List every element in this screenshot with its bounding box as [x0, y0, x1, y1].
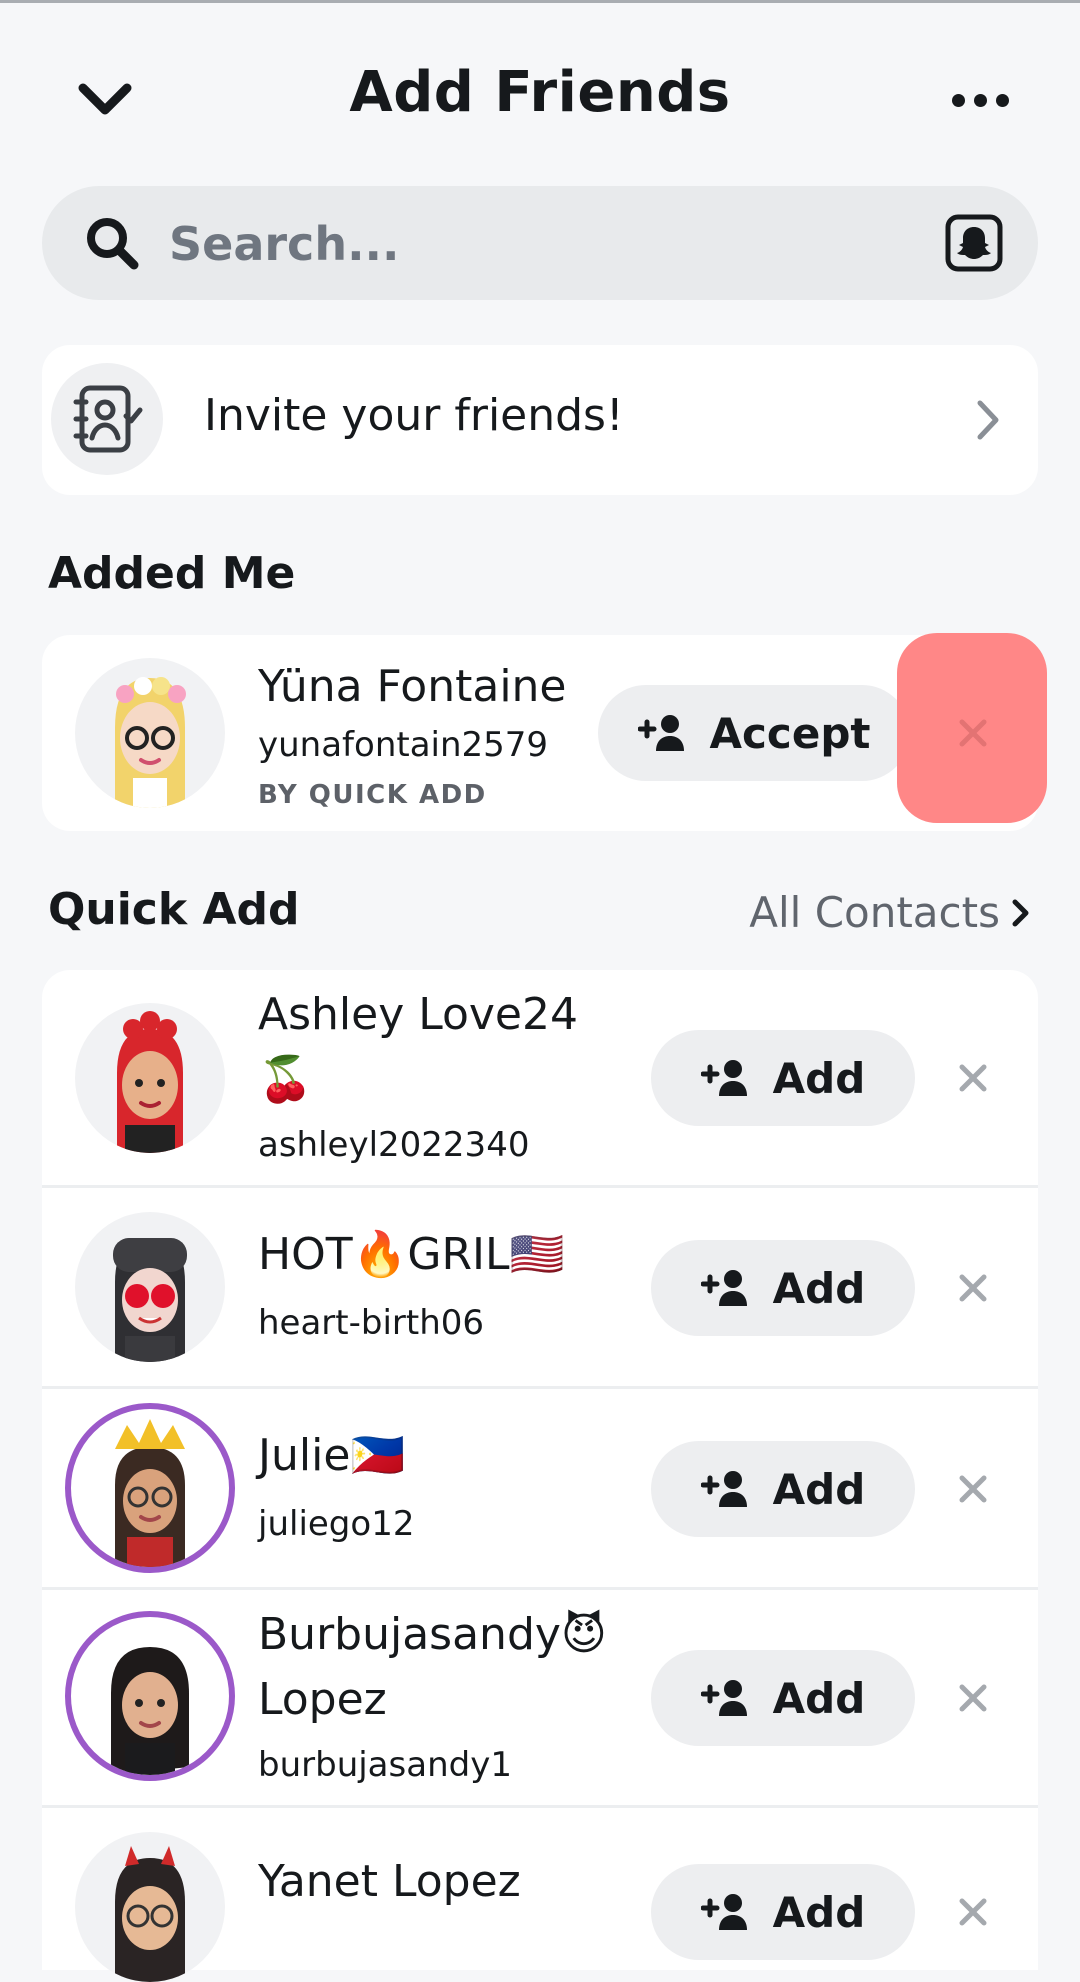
dismiss-x-icon[interactable] — [943, 1668, 1003, 1728]
list-item[interactable]: Burbujasandy😈 Lopez burbujasandy1 Add — [42, 1590, 1038, 1805]
avatar[interactable] — [75, 1003, 225, 1153]
friend-display-name-line2: Lopez — [258, 1674, 387, 1725]
friend-display-name: Ashley Love24 — [258, 989, 578, 1040]
add-label: Add — [772, 1887, 866, 1937]
list-item[interactable]: Yanet Lopez Add — [42, 1808, 1038, 1982]
add-button[interactable]: Add — [651, 1030, 915, 1126]
snapcode-ghost-icon[interactable] — [944, 213, 1004, 273]
contact-book-icon — [51, 363, 163, 475]
list-item[interactable]: Ashley Love24 🍒 ashleyl2022340 Add — [42, 970, 1038, 1185]
avatar[interactable] — [75, 1212, 225, 1362]
dismiss-x-icon[interactable] — [943, 703, 1003, 763]
friend-display-name: HOT🔥GRIL🇺🇸 — [258, 1229, 565, 1280]
add-friend-icon — [700, 1270, 747, 1306]
avatar[interactable] — [65, 1611, 235, 1781]
add-button[interactable]: Add — [651, 1864, 915, 1960]
friend-username: heart-birth06 — [258, 1303, 485, 1343]
accept-label: Accept — [709, 708, 871, 758]
search-input[interactable] — [167, 208, 931, 280]
search-icon — [87, 218, 139, 270]
add-button[interactable]: Add — [651, 1650, 915, 1746]
add-button[interactable]: Add — [651, 1240, 915, 1336]
chevron-right-icon — [977, 400, 999, 440]
chevron-right-icon — [1012, 899, 1029, 926]
add-label: Add — [772, 1263, 866, 1313]
add-friend-icon — [700, 1680, 747, 1716]
add-label: Add — [772, 1053, 866, 1103]
header: Add Friends — [0, 30, 1080, 165]
avatar[interactable] — [65, 1403, 235, 1573]
all-contacts-link[interactable]: All Contacts — [749, 888, 1032, 937]
add-label: Add — [772, 1673, 866, 1723]
friend-display-name-line2: 🍒 — [258, 1054, 313, 1105]
add-label: Add — [772, 1464, 866, 1514]
friend-display-name: Burbujasandy😈 — [258, 1609, 607, 1660]
quick-add-list: Ashley Love24 🍒 ashleyl2022340 Add HOT🔥G… — [42, 970, 1038, 1982]
friend-source-label: BY QUICK ADD — [258, 780, 487, 810]
section-title-quick-add: Quick Add — [48, 884, 300, 935]
dismiss-x-icon[interactable] — [943, 1258, 1003, 1318]
section-title-added-me: Added Me — [48, 548, 296, 599]
page-title: Add Friends — [349, 60, 731, 125]
search-bar[interactable] — [42, 186, 1038, 300]
friend-display-name: Yüna Fontaine — [258, 661, 567, 712]
list-item[interactable]: HOT🔥GRIL🇺🇸 heart-birth06 Add — [42, 1188, 1038, 1386]
friend-username: juliego12 — [258, 1504, 415, 1544]
all-contacts-label: All Contacts — [749, 888, 1000, 937]
add-button[interactable]: Add — [651, 1441, 915, 1537]
invite-label: Invite your friends! — [204, 390, 624, 441]
invite-friends-card[interactable]: Invite your friends! — [42, 345, 1038, 495]
top-edge — [0, 0, 1080, 3]
friend-username: ashleyl2022340 — [258, 1125, 530, 1165]
dismiss-x-icon[interactable] — [943, 1459, 1003, 1519]
dismiss-x-icon[interactable] — [943, 1882, 1003, 1942]
list-item[interactable]: Julie🇵🇭 juliego12 Add — [42, 1389, 1038, 1587]
avatar[interactable] — [75, 658, 225, 808]
added-me-card: Yüna Fontaine yunafontain2579 BY QUICK A… — [42, 635, 1038, 831]
more-options-icon[interactable] — [940, 70, 1020, 130]
add-friend-icon — [700, 1471, 747, 1507]
accept-button[interactable]: Accept — [598, 685, 910, 781]
avatar[interactable] — [75, 1832, 225, 1982]
friend-display-name: Julie🇵🇭 — [258, 1430, 406, 1481]
dismiss-x-icon[interactable] — [943, 1048, 1003, 1108]
add-friend-icon — [700, 1060, 747, 1096]
friend-username: yunafontain2579 — [258, 725, 549, 765]
add-friend-icon — [637, 715, 684, 751]
friend-display-name: Yanet Lopez — [258, 1856, 521, 1907]
friend-username: burbujasandy1 — [258, 1745, 512, 1785]
add-friend-icon — [700, 1894, 747, 1930]
